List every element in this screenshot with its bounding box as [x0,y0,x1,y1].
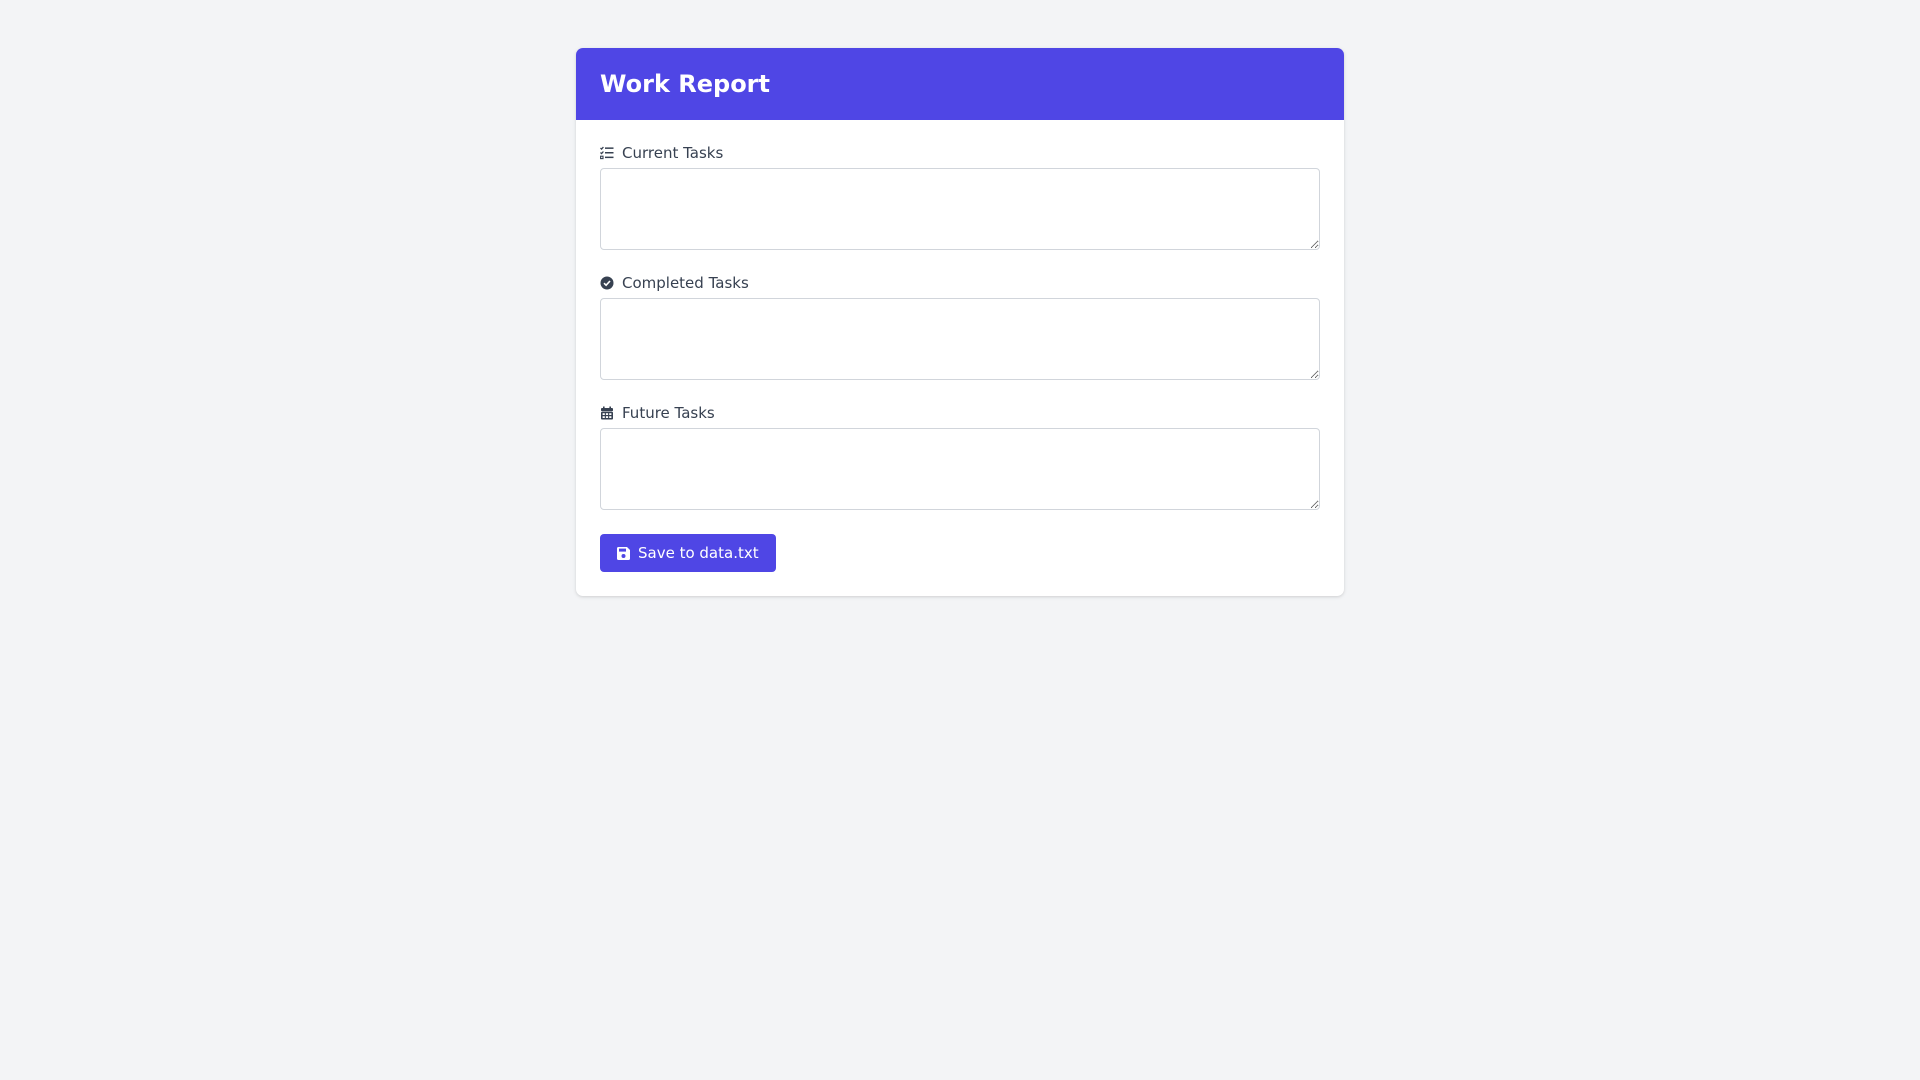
current-tasks-field: Current Tasks [600,144,1320,250]
calendar-icon [600,406,614,420]
task-list-icon [600,146,614,160]
completed-tasks-field: Completed Tasks [600,274,1320,380]
circle-check-icon [600,276,614,290]
completed-tasks-label: Completed Tasks [600,274,1320,292]
card-body: Current Tasks Completed Tasks Future Tas… [576,120,1344,572]
future-tasks-field: Future Tasks [600,404,1320,510]
future-tasks-label-text: Future Tasks [622,404,715,422]
completed-tasks-input[interactable] [600,298,1320,380]
current-tasks-label: Current Tasks [600,144,1320,162]
page-title: Work Report [600,70,770,98]
work-report-card: Work Report Current Tasks Completed Task… [576,48,1344,596]
future-tasks-label: Future Tasks [600,404,1320,422]
card-header: Work Report [576,48,1344,120]
current-tasks-input[interactable] [600,168,1320,250]
completed-tasks-label-text: Completed Tasks [622,274,749,292]
save-button[interactable]: Save to data.txt [600,534,776,572]
floppy-disk-icon [617,546,630,560]
future-tasks-input[interactable] [600,428,1320,510]
save-button-label: Save to data.txt [638,544,759,562]
current-tasks-label-text: Current Tasks [622,144,724,162]
